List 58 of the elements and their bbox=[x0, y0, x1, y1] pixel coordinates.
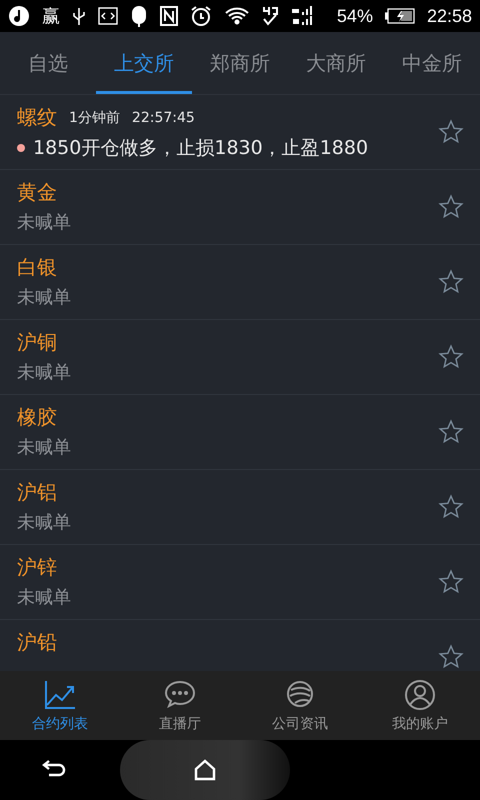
contract-status: 未喊单 bbox=[17, 436, 72, 459]
contract-row[interactable]: 黄金 未喊单 bbox=[0, 170, 480, 245]
battery-percent: 54% bbox=[336, 6, 373, 26]
star-icon[interactable] bbox=[438, 419, 464, 445]
exchange-tab[interactable]: 中金所 bbox=[384, 32, 480, 94]
contract-row[interactable]: 沪锌 未喊单 bbox=[0, 545, 480, 620]
chat-bubble-icon bbox=[163, 678, 197, 710]
contract-name: 沪锌 bbox=[17, 554, 57, 581]
code-icon bbox=[98, 7, 118, 25]
user-icon bbox=[403, 678, 437, 710]
exchange-tab[interactable]: 自选 bbox=[0, 32, 96, 94]
usb-icon bbox=[72, 6, 86, 26]
app-notification-icon: 赢 bbox=[42, 4, 60, 28]
home-icon bbox=[194, 759, 216, 781]
contract-name: 黄金 bbox=[17, 179, 57, 206]
signal-time: 22:57:45 bbox=[132, 110, 195, 126]
signal-text: 1850开仓做多，止损1830，止盈1880 bbox=[33, 136, 368, 161]
contract-status: 未喊单 bbox=[17, 586, 72, 609]
star-icon[interactable] bbox=[438, 494, 464, 520]
bottom-nav-tab[interactable]: 直播厅 bbox=[120, 671, 240, 740]
contract-name: 螺纹 bbox=[17, 104, 57, 131]
alarm-clock-icon bbox=[190, 5, 212, 27]
contract-row[interactable]: 沪铝 未喊单 bbox=[0, 470, 480, 545]
contract-row[interactable]: 沪铜 未喊单 bbox=[0, 320, 480, 395]
star-icon[interactable] bbox=[438, 194, 464, 220]
music-note-icon bbox=[8, 5, 30, 27]
star-icon[interactable] bbox=[438, 344, 464, 370]
wifi-icon bbox=[224, 5, 250, 27]
exchange-tab[interactable]: 大商所 bbox=[288, 32, 384, 94]
chart-icon bbox=[43, 678, 77, 710]
contract-status: 未喊单 bbox=[17, 361, 72, 384]
star-icon[interactable] bbox=[438, 569, 464, 595]
star-icon[interactable] bbox=[438, 644, 464, 670]
signal-icon bbox=[290, 6, 312, 26]
nfc-icon bbox=[160, 6, 178, 26]
network-icon bbox=[262, 5, 278, 27]
status-dot bbox=[17, 144, 25, 152]
contract-name: 橡胶 bbox=[17, 404, 57, 431]
contract-row[interactable]: 白银 未喊单 bbox=[0, 245, 480, 320]
star-icon[interactable] bbox=[438, 269, 464, 295]
clock-time: 22:58 bbox=[426, 6, 472, 26]
contract-row[interactable]: 螺纹 1分钟前 22:57:45 1850开仓做多，止损1830，止盈1880 bbox=[0, 95, 480, 170]
star-icon[interactable] bbox=[438, 119, 464, 145]
battery-charging-icon bbox=[384, 8, 415, 24]
signal-time-ago: 1分钟前 bbox=[69, 108, 120, 126]
exchange-tab[interactable]: 上交所 bbox=[96, 32, 192, 94]
contract-row[interactable]: 橡胶 未喊单 bbox=[0, 395, 480, 470]
bottom-nav-tab[interactable]: 合约列表 bbox=[0, 671, 120, 740]
contract-name: 沪铝 bbox=[17, 479, 57, 506]
contract-name: 白银 bbox=[17, 254, 57, 281]
exchange-tab[interactable]: 郑商所 bbox=[192, 32, 288, 94]
contract-name: 沪铅 bbox=[17, 629, 57, 656]
contract-status: 未喊单 bbox=[17, 511, 72, 534]
contract-name: 沪铜 bbox=[17, 329, 57, 356]
bottom-nav-tab[interactable]: 我的账户 bbox=[360, 671, 480, 740]
bottom-nav-tab[interactable]: 公司资讯 bbox=[240, 671, 360, 740]
contract-status: 未喊单 bbox=[17, 286, 72, 309]
contract-status: 未喊单 bbox=[17, 211, 72, 234]
